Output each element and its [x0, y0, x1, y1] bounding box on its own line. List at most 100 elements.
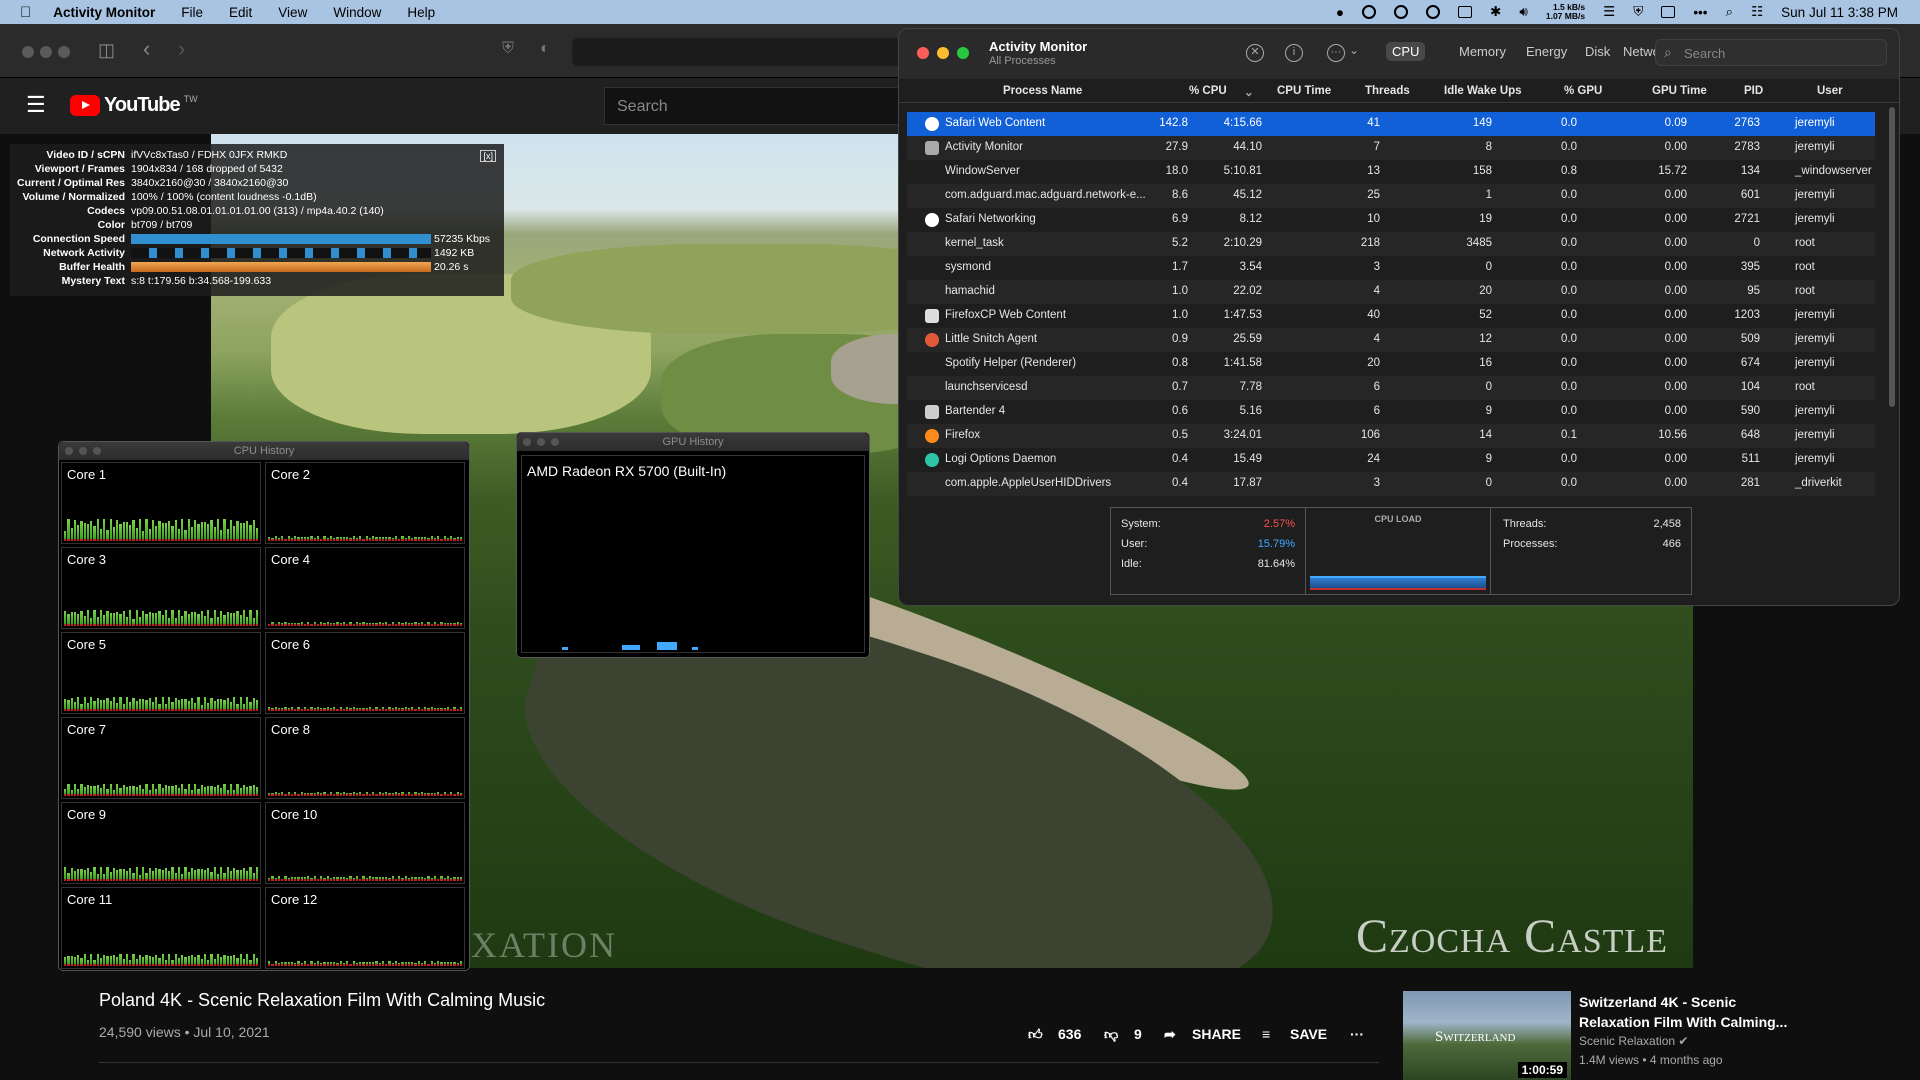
- minimize-button[interactable]: [537, 438, 545, 446]
- d-icon[interactable]: [1394, 5, 1409, 19]
- network-speed[interactable]: 1.5 kB/s 1.07 MB/s: [1546, 3, 1585, 21]
- tab-disk[interactable]: Disk: [1585, 44, 1610, 59]
- gpu-history-window[interactable]: GPU History AMD Radeon RX 5700 (Built-In…: [516, 432, 870, 658]
- recommended-thumbnail[interactable]: Switzerland 1:00:59: [1403, 991, 1571, 1080]
- more-icon[interactable]: ···: [1350, 1026, 1364, 1042]
- more-actions-icon[interactable]: ···: [1327, 44, 1345, 62]
- process-row[interactable]: Spotify Helper (Renderer) 0.8 1:41.58 20 16 0…: [907, 352, 1875, 376]
- minimize-button[interactable]: [79, 447, 87, 455]
- cell-gpu: 0.0: [1561, 477, 1577, 489]
- header-threads[interactable]: Threads: [1365, 85, 1410, 97]
- cpu-history-window[interactable]: CPU History Core 1 Core 2 Core 3 Core 4 Core…: [58, 441, 470, 971]
- process-row[interactable]: com.adguard.mac.adguard.network-e... 8.6 4…: [907, 184, 1875, 208]
- menu-file[interactable]: File: [181, 5, 203, 20]
- process-row[interactable]: Little Snitch Agent 0.9 25.59 4 12 0.0 0.00 509…: [907, 328, 1875, 352]
- process-row[interactable]: Firefox 0.5 3:24.01 106 14 0.1 10.56 648 jeremyl…: [907, 424, 1875, 448]
- core-bar: [420, 792, 423, 796]
- process-row[interactable]: hamachid 1.0 22.02 4 20 0.0 0.00 95 root: [907, 280, 1875, 304]
- recommended-title[interactable]: Switzerland 4K - Scenic Relaxation Film …: [1579, 992, 1799, 1032]
- process-row[interactable]: Safari Web Content 142.8 4:15.66 41 149 0.0 0.…: [907, 112, 1875, 136]
- like-icon[interactable]: 👍︎: [1028, 1026, 1043, 1043]
- activity-monitor-window[interactable]: Activity Monitor All Processes ✕ i ··· ⌄…: [898, 28, 1900, 606]
- process-row[interactable]: kernel_task 5.2 2:10.29 218 3485 0.0 0.00 0 root: [907, 232, 1875, 256]
- window-minimize-button[interactable]: [40, 46, 52, 58]
- control-center-icon[interactable]: ☷: [1751, 4, 1763, 20]
- tab-memory[interactable]: Memory: [1459, 44, 1506, 59]
- clock[interactable]: Sun Jul 11 3:38 PM: [1781, 5, 1898, 20]
- tab-cpu[interactable]: CPU: [1386, 42, 1426, 61]
- minimize-button[interactable]: [937, 47, 949, 59]
- more-icon[interactable]: •••: [1693, 5, 1707, 20]
- process-row[interactable]: Activity Monitor 27.9 44.10 7 8 0.0 0.00 2783 je…: [907, 136, 1875, 160]
- back-icon[interactable]: ‹: [143, 36, 150, 62]
- close-button[interactable]: [523, 438, 531, 446]
- menu-window[interactable]: Window: [333, 5, 381, 20]
- share-icon[interactable]: ➦: [1164, 1026, 1176, 1043]
- menu-help[interactable]: Help: [407, 5, 435, 20]
- cell-cpu-time: 8.12: [1239, 213, 1262, 225]
- save-button[interactable]: SAVE: [1290, 1026, 1327, 1042]
- save-icon[interactable]: ≡: [1262, 1026, 1270, 1042]
- stop-process-icon[interactable]: ✕: [1246, 44, 1264, 62]
- process-row[interactable]: com.apple.AppleUserHIDDrivers 0.4 17.87 3 0 0…: [907, 472, 1875, 496]
- dislike-count[interactable]: 9: [1134, 1026, 1142, 1042]
- process-row[interactable]: Safari Networking 6.9 8.12 10 19 0.0 0.00 2721 j…: [907, 208, 1875, 232]
- header-gpu-time[interactable]: GPU Time: [1652, 85, 1707, 97]
- recommended-channel[interactable]: Scenic Relaxation ✔: [1579, 1034, 1688, 1048]
- search-icon[interactable]: ⌕: [1726, 4, 1734, 20]
- chevron-down-icon[interactable]: ⌄: [1349, 43, 1359, 57]
- privacy-icon[interactable]: ⛨: [502, 40, 514, 58]
- window-close-button[interactable]: [22, 46, 34, 58]
- apple-icon[interactable]: : [20, 4, 31, 21]
- shield-icon[interactable]: ⛨: [1633, 4, 1643, 20]
- a-icon[interactable]: [1458, 6, 1473, 18]
- core-bar: [181, 699, 184, 711]
- process-search-input[interactable]: ⌕ Search: [1655, 39, 1887, 66]
- process-row[interactable]: Bartender 4 0.6 5.16 6 9 0.0 0.00 590 jeremyli: [907, 400, 1875, 424]
- drop-icon[interactable]: ●: [1336, 5, 1344, 20]
- header-idle-wake-ups[interactable]: Idle Wake Ups: [1444, 85, 1522, 97]
- close-button[interactable]: [65, 447, 73, 455]
- calendar-icon[interactable]: [1661, 6, 1676, 18]
- window-zoom-button[interactable]: [58, 46, 70, 58]
- process-row[interactable]: launchservicesd 0.7 7.78 6 0 0.0 0.00 104 root: [907, 376, 1875, 400]
- youtube-search-input[interactable]: Search: [604, 87, 904, 125]
- process-row[interactable]: WindowServer 18.0 5:10.81 13 158 0.8 15.72 134 _…: [907, 160, 1875, 184]
- share-button[interactable]: SHARE: [1192, 1026, 1241, 1042]
- bluetooth-icon[interactable]: ✱: [1490, 4, 1501, 20]
- tab-energy[interactable]: Energy: [1526, 44, 1567, 59]
- header-process-name[interactable]: Process Name: [1003, 85, 1082, 97]
- menu-edit[interactable]: Edit: [229, 5, 252, 20]
- header-cpu[interactable]: % CPU: [1189, 85, 1227, 97]
- header-gpu[interactable]: % GPU: [1564, 85, 1602, 97]
- menu-app-name[interactable]: Activity Monitor: [53, 5, 155, 20]
- list-icon[interactable]: ☰: [1603, 4, 1615, 20]
- scrollbar[interactable]: [1889, 107, 1895, 407]
- zoom-button[interactable]: [551, 438, 559, 446]
- zoom-button[interactable]: [93, 447, 101, 455]
- process-row[interactable]: sysmond 1.7 3.54 3 0 0.0 0.00 395 root: [907, 256, 1875, 280]
- cpu-history-titlebar[interactable]: CPU History: [59, 442, 469, 460]
- youtube-logo[interactable]: YouTube TW: [70, 94, 198, 117]
- process-row[interactable]: FirefoxCP Web Content 1.0 1:47.53 40 52 0.0 0.…: [907, 304, 1875, 328]
- shield-icon[interactable]: ◐: [540, 40, 550, 58]
- c-icon[interactable]: [1362, 5, 1377, 19]
- sidebar-icon[interactable]: ◫: [98, 40, 115, 61]
- cell-threads: 106: [1360, 429, 1380, 441]
- menu-view[interactable]: View: [278, 5, 307, 20]
- forward-icon[interactable]: ›: [178, 36, 185, 62]
- core-bar: [404, 707, 407, 711]
- close-button[interactable]: [917, 47, 929, 59]
- header-cpu-time[interactable]: CPU Time: [1277, 85, 1331, 97]
- header-user[interactable]: User: [1817, 85, 1843, 97]
- zoom-button[interactable]: [957, 47, 969, 59]
- dislike-icon[interactable]: 👎︎: [1104, 1026, 1118, 1043]
- volume-icon[interactable]: 🔊︎: [1519, 4, 1528, 20]
- info-icon[interactable]: i: [1285, 44, 1303, 62]
- like-count[interactable]: 636: [1058, 1026, 1081, 1042]
- gpu-history-titlebar[interactable]: GPU History: [517, 433, 869, 451]
- process-row[interactable]: Logi Options Daemon 0.4 15.49 24 9 0.0 0.00 511…: [907, 448, 1875, 472]
- header-pid[interactable]: PID: [1744, 85, 1763, 97]
- play-icon[interactable]: [1426, 5, 1441, 19]
- hamburger-icon[interactable]: ☰: [26, 92, 46, 118]
